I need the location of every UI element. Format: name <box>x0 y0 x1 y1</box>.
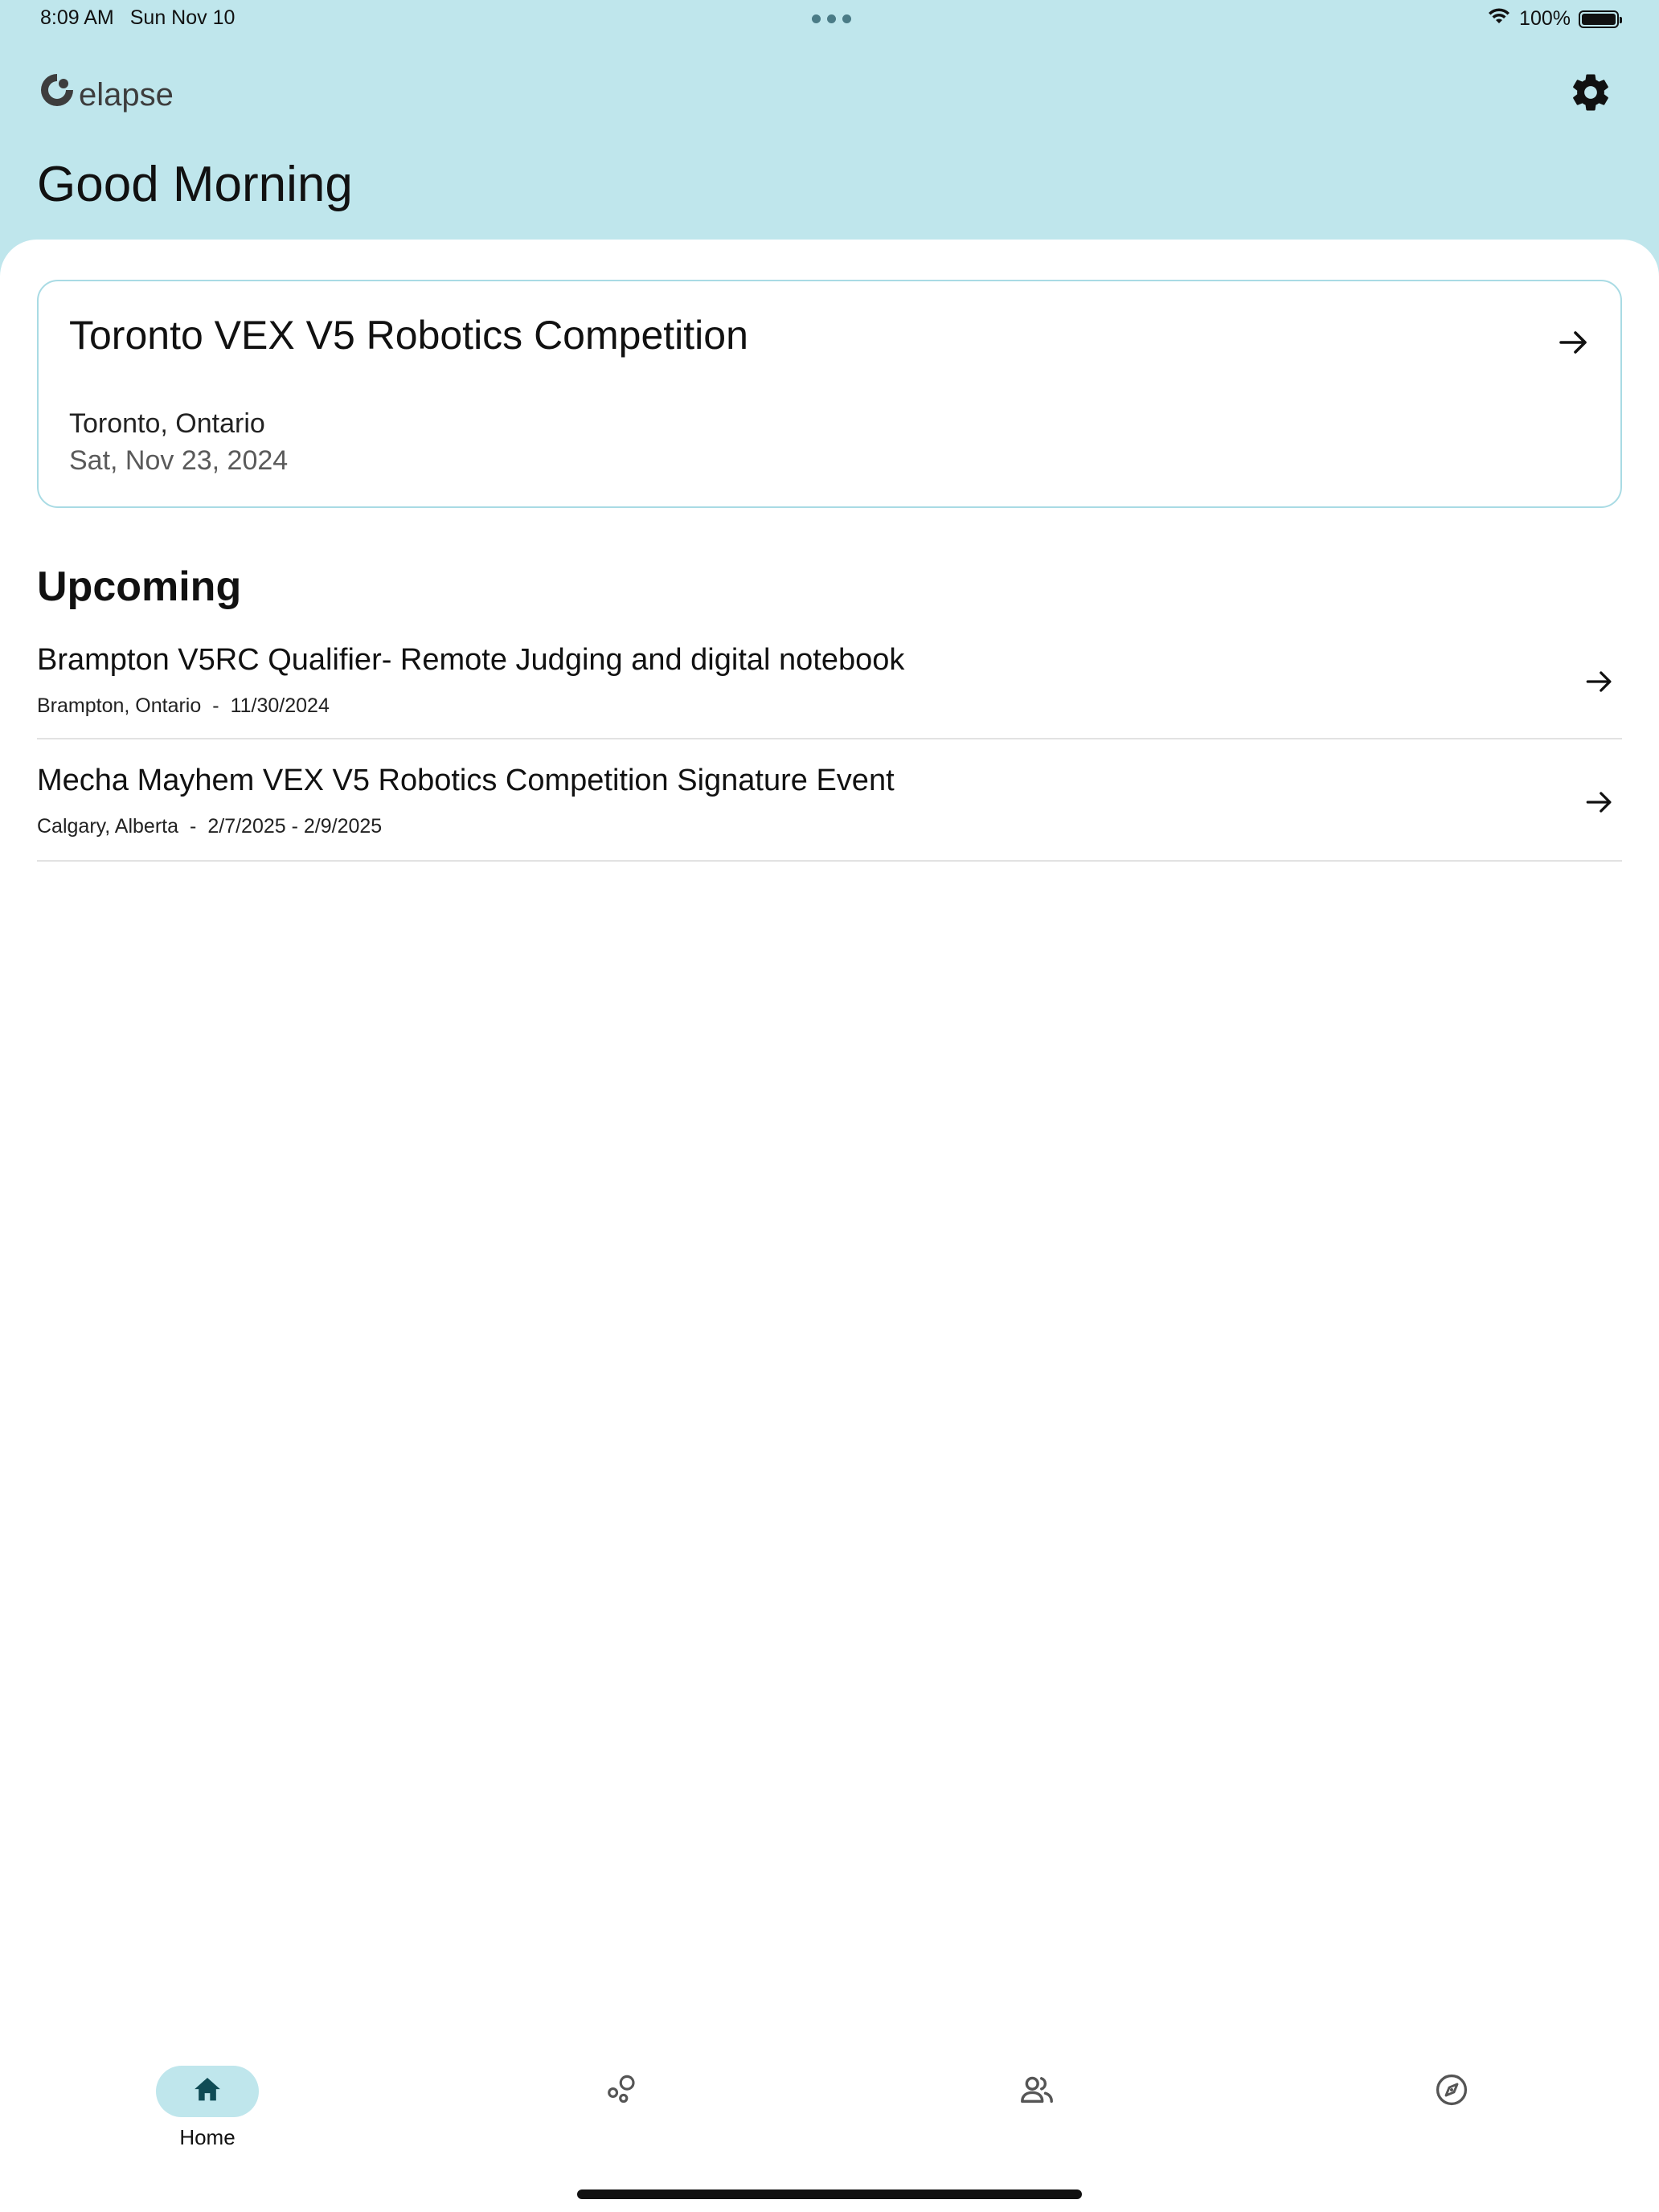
app-logo: elapse <box>39 71 174 113</box>
status-time: 8:09 AM <box>40 6 114 29</box>
content-sheet <box>0 240 1659 2212</box>
compass-icon <box>1434 2072 1469 2112</box>
bottom-navigation: Home <box>0 2058 1659 2162</box>
home-indicator[interactable] <box>577 2189 1082 2199</box>
featured-event-date: Sat, Nov 23, 2024 <box>69 445 289 476</box>
multitasking-dots[interactable] <box>812 14 851 23</box>
logo-text: elapse <box>79 77 174 113</box>
elapse-logo-icon <box>39 72 76 113</box>
nav-item-people[interactable] <box>973 2066 1101 2117</box>
battery-icon <box>1579 10 1622 28</box>
nav-icon-container <box>1400 2066 1503 2117</box>
event-meta: Brampton, Ontario -11/30/2024 <box>37 694 330 718</box>
gear-icon <box>1569 71 1612 118</box>
featured-event-title: Toronto VEX V5 Robotics Competition <box>69 313 748 358</box>
arrow-right-icon[interactable] <box>1582 664 1617 699</box>
event-dates: 11/30/2024 <box>230 694 330 717</box>
status-date: Sun Nov 10 <box>129 6 236 29</box>
wifi-icon <box>1487 6 1511 31</box>
nav-item-home[interactable]: Home <box>143 2066 272 2150</box>
event-dates: 2/7/2025 - 2/9/2025 <box>207 815 383 838</box>
upcoming-event-row[interactable]: Mecha Mayhem VEX V5 Robotics Competition… <box>37 739 1622 862</box>
upcoming-event-row[interactable]: Brampton V5RC Qualifier- Remote Judging … <box>37 619 1622 739</box>
people-icon <box>1018 2071 1055 2112</box>
event-meta-separator: - <box>212 694 219 717</box>
nav-label-home: Home <box>179 2125 236 2149</box>
nav-icon-container <box>571 2066 674 2117</box>
home-icon <box>191 2074 223 2110</box>
status-bar-right: 100% <box>1487 6 1622 31</box>
event-location: Brampton, Ontario <box>37 694 202 717</box>
nav-active-indicator <box>156 2066 259 2117</box>
nav-item-bubbles[interactable] <box>558 2066 686 2117</box>
featured-event-card[interactable]: Toronto VEX V5 Robotics Competition Toro… <box>37 280 1622 508</box>
event-location: Calgary, Alberta <box>37 815 179 838</box>
status-bar-time: 8:09 AM Sun Nov 10 <box>40 6 235 30</box>
arrow-right-icon[interactable] <box>1582 784 1617 820</box>
battery-percentage: 100% <box>1519 7 1571 30</box>
nav-icon-container <box>985 2066 1088 2117</box>
event-meta: Calgary, Alberta -2/7/2025 - 2/9/2025 <box>37 815 382 838</box>
event-title: Brampton V5RC Qualifier- Remote Judging … <box>37 643 905 677</box>
settings-button[interactable] <box>1567 71 1614 117</box>
nav-item-explore[interactable] <box>1387 2066 1516 2117</box>
featured-event-location: Toronto, Ontario <box>69 408 265 439</box>
greeting-title: Good Morning <box>37 157 353 212</box>
upcoming-event-list: Brampton V5RC Qualifier- Remote Judging … <box>37 619 1622 862</box>
arrow-right-icon[interactable] <box>1555 323 1593 362</box>
event-title: Mecha Mayhem VEX V5 Robotics Competition… <box>37 764 895 797</box>
event-meta-separator: - <box>190 815 197 838</box>
bubbles-icon <box>605 2073 639 2111</box>
upcoming-section-title: Upcoming <box>37 563 242 610</box>
